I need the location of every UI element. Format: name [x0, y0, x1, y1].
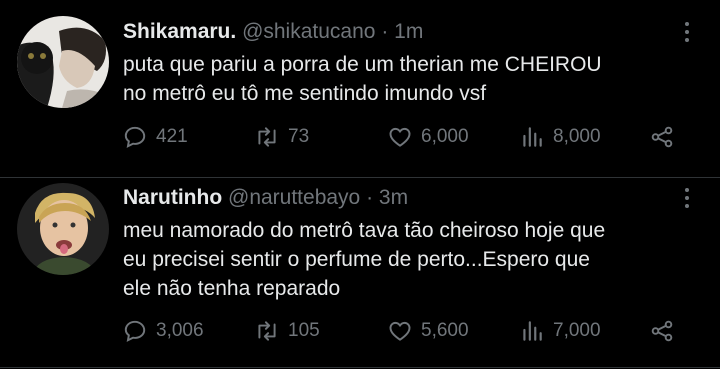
like-button[interactable]: 6,000: [387, 124, 469, 150]
tweet-text-line: puta que pariu a porra de um therian me …: [123, 53, 602, 76]
view-count: 7,000: [553, 320, 601, 341]
tweet-text-line: eu precisei sentir o perfume de perto...…: [123, 248, 590, 271]
tweet-actions: 3,006 105 5,600 7,000: [122, 318, 682, 348]
separator-dot: ·: [381, 20, 389, 43]
views-icon: [523, 127, 542, 147]
retweet-count: 73: [288, 126, 310, 147]
tweet-header: Shikamaru. @shikatucano · 1m: [123, 20, 423, 44]
display-name[interactable]: Shikamaru.: [123, 20, 236, 43]
heart-icon: [389, 321, 411, 341]
tweet-text: puta que pariu a porra de um therian me …: [123, 50, 703, 108]
share-button[interactable]: [649, 124, 683, 150]
user-handle[interactable]: @naruttebayo: [228, 186, 360, 209]
more-icon[interactable]: [684, 22, 690, 46]
tweet-header: Narutinho @naruttebayo · 3m: [123, 186, 408, 210]
tweet-text-line: meu namorado do metrô tava tão cheiroso …: [123, 219, 606, 242]
share-button[interactable]: [649, 318, 683, 344]
views-button[interactable]: 8,000: [519, 124, 601, 150]
tweet-text-line: ele não tenha reparado: [123, 277, 341, 300]
tweet[interactable]: Narutinho @naruttebayo · 3m meu namorado…: [0, 178, 720, 368]
share-icon: [651, 126, 673, 148]
view-count: 8,000: [553, 126, 601, 147]
more-icon[interactable]: [684, 188, 690, 212]
timestamp[interactable]: 1m: [394, 20, 423, 43]
tweet-text: meu namorado do metrô tava tão cheiroso …: [123, 216, 703, 303]
retweet-count: 105: [288, 320, 320, 341]
retweet-icon: [258, 321, 276, 341]
heart-icon: [389, 127, 411, 147]
tweet-text-line: no metrô eu tô me sentindo imundo vsf: [123, 82, 487, 105]
user-handle[interactable]: @shikatucano: [242, 20, 375, 43]
tweet-actions: 421 73 6,000 8,000: [122, 124, 682, 154]
share-icon: [651, 320, 673, 342]
retweet-button[interactable]: 73: [254, 124, 309, 150]
views-button[interactable]: 7,000: [519, 318, 601, 344]
reply-button[interactable]: 3,006: [122, 318, 204, 344]
like-count: 5,600: [421, 320, 469, 341]
like-button[interactable]: 5,600: [387, 318, 469, 344]
separator-dot: ·: [366, 186, 374, 209]
tweet[interactable]: Shikamaru. @shikatucano · 1m puta que pa…: [0, 0, 720, 178]
reply-icon: [124, 320, 146, 342]
reply-count: 3,006: [156, 320, 204, 341]
retweet-icon: [258, 127, 276, 147]
avatar[interactable]: [17, 183, 109, 275]
display-name[interactable]: Narutinho: [123, 186, 222, 209]
reply-button[interactable]: 421: [122, 124, 188, 150]
views-icon: [523, 321, 542, 341]
avatar[interactable]: [17, 16, 109, 108]
retweet-button[interactable]: 105: [254, 318, 320, 344]
reply-icon: [124, 126, 146, 148]
like-count: 6,000: [421, 126, 469, 147]
reply-count: 421: [156, 126, 188, 147]
timestamp[interactable]: 3m: [379, 186, 408, 209]
